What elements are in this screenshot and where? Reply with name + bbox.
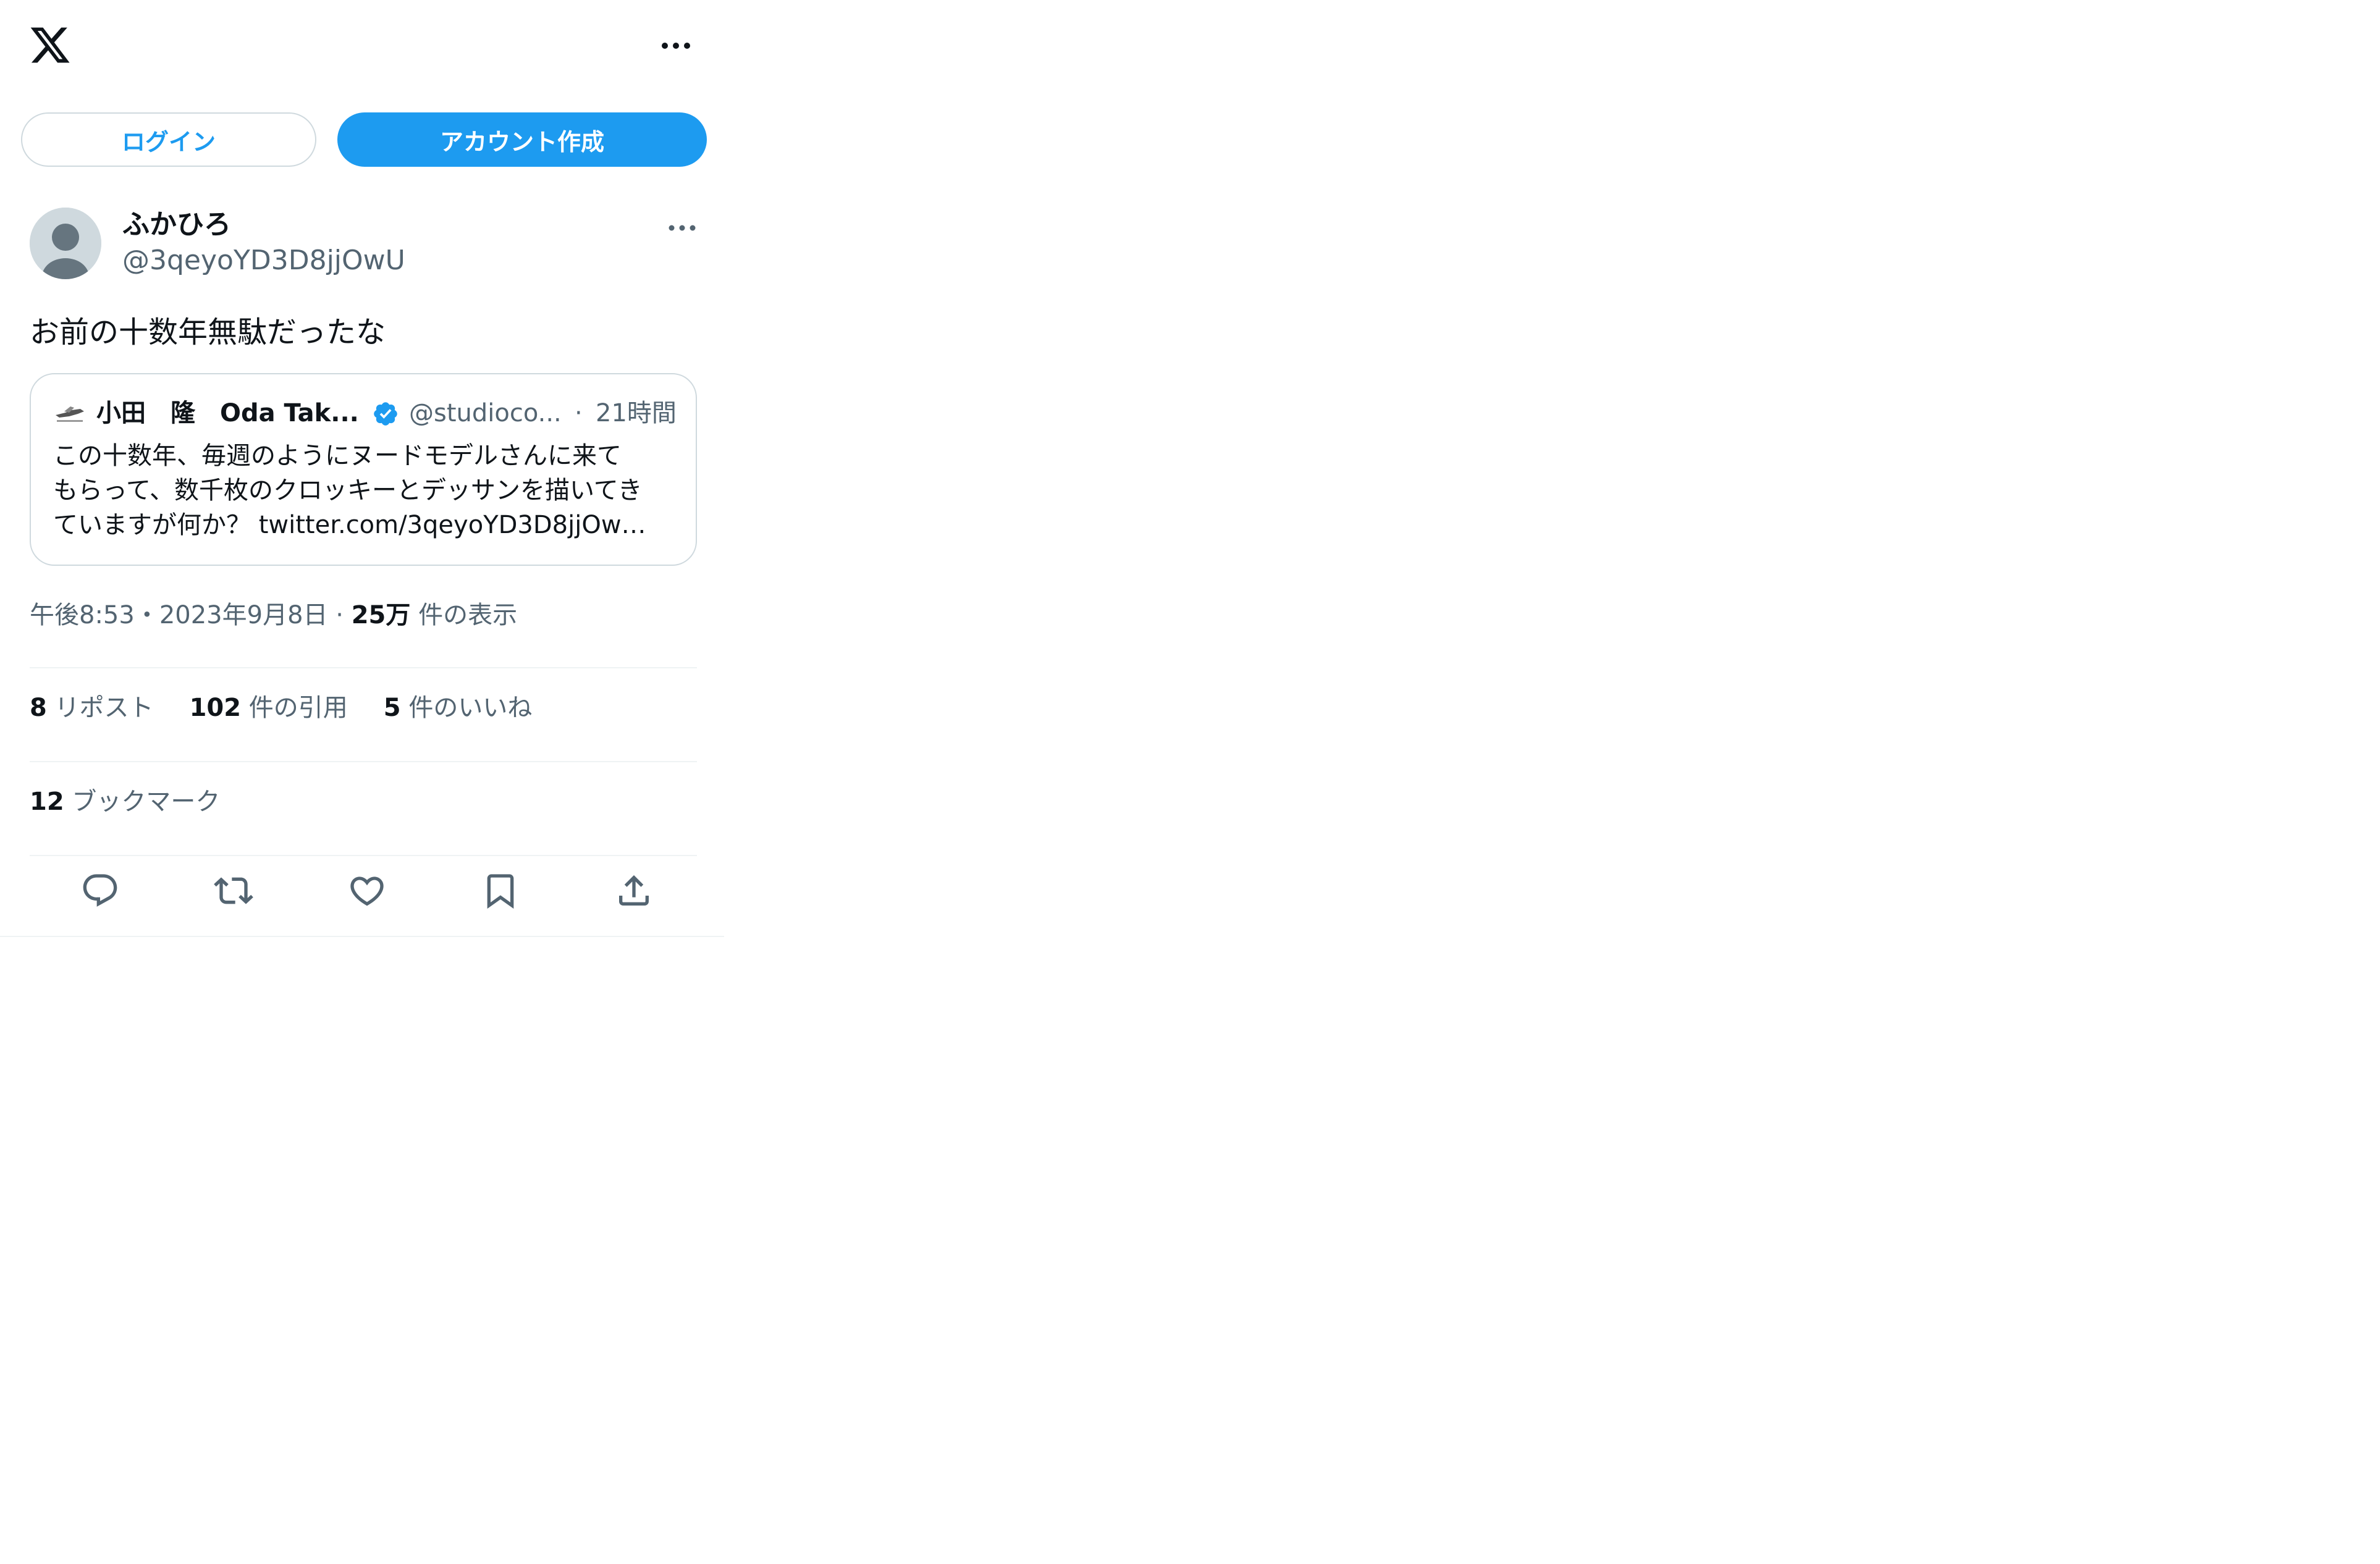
likes-stat[interactable]: 5 件のいいね bbox=[384, 689, 533, 726]
reposts-stat[interactable]: 8 リポスト bbox=[30, 689, 154, 726]
quoted-text: この十数年、毎週のようにヌードモデルさんに来て もらって、数千枚のクロッキーとデ… bbox=[53, 439, 677, 542]
divider bbox=[30, 667, 697, 668]
post-time[interactable]: 午後8:53 bbox=[30, 601, 135, 629]
author-handle[interactable]: @3qeyoYD3D8jjOwU bbox=[122, 243, 405, 278]
bookmarks-label: ブックマーク bbox=[64, 788, 221, 816]
quotes-count: 102 bbox=[189, 694, 242, 722]
engagement-stats: 8 リポスト 102 件の引用 5 件のいいね bbox=[30, 689, 532, 726]
post-more-icon[interactable] bbox=[667, 217, 697, 238]
quotes-stat[interactable]: 102 件の引用 bbox=[190, 689, 348, 726]
quoted-text-line: この十数年、毎週のようにヌードモデルさんに来て bbox=[53, 442, 622, 470]
create-account-button[interactable]: アカウント作成 bbox=[337, 112, 707, 167]
likes-label: 件のいいね bbox=[400, 694, 533, 722]
tweet-column: ログイン アカウント作成 ふかひろ @3qeyoYD3D8jjOwU お前の十数… bbox=[0, 0, 724, 937]
likes-count: 5 bbox=[383, 694, 401, 722]
quoted-author-handle: @studioco... bbox=[409, 399, 562, 427]
divider bbox=[30, 855, 697, 856]
meta-separator: ・ bbox=[134, 601, 159, 629]
quoted-author-name: 小田 隆 Oda Tak... bbox=[96, 399, 359, 427]
repost-icon[interactable] bbox=[214, 871, 253, 910]
views-label: 件の表示 bbox=[410, 601, 518, 629]
quoted-separator: · bbox=[575, 399, 583, 427]
author-name[interactable]: ふかひろ bbox=[122, 208, 231, 242]
divider bbox=[30, 761, 697, 762]
reposts-label: リポスト bbox=[46, 694, 154, 722]
quoted-time: 21時間 bbox=[596, 399, 677, 427]
bookmarks-stat: 12 ブックマーク bbox=[30, 783, 220, 820]
verified-badge-icon bbox=[372, 400, 399, 427]
quoted-text-line: もらって、数千枚のクロッキーとデッサンを描いてき bbox=[53, 476, 643, 505]
quoted-text-line: ていますが何か？ twitter.com/3qeyoYD3D8jjOw… bbox=[53, 511, 646, 539]
bookmarks-count: 12 bbox=[30, 788, 64, 816]
post-date[interactable]: 2023年9月8日 bbox=[159, 601, 328, 629]
post-meta: 午後8:53・2023年9月8日 · 25万 件の表示 bbox=[30, 597, 517, 634]
bookmark-icon[interactable] bbox=[481, 871, 520, 910]
quoted-post[interactable]: 小田 隆 Oda Tak... @studioco... · 21時間 この十数… bbox=[30, 373, 697, 566]
views-count: 25万 bbox=[351, 601, 411, 629]
post-text: お前の十数年無駄だったな bbox=[30, 315, 386, 350]
meta-separator: · bbox=[327, 601, 352, 629]
more-horizontal-icon[interactable] bbox=[660, 35, 692, 57]
quotes-label: 件の引用 bbox=[241, 694, 348, 722]
reposts-count: 8 bbox=[30, 694, 47, 722]
like-icon[interactable] bbox=[347, 871, 387, 910]
avatar[interactable] bbox=[30, 208, 101, 279]
share-icon[interactable] bbox=[614, 871, 654, 910]
quoted-author-avatar bbox=[53, 402, 87, 426]
login-button[interactable]: ログイン bbox=[21, 112, 316, 167]
x-logo-icon[interactable] bbox=[28, 23, 72, 67]
reply-icon[interactable] bbox=[80, 871, 120, 910]
